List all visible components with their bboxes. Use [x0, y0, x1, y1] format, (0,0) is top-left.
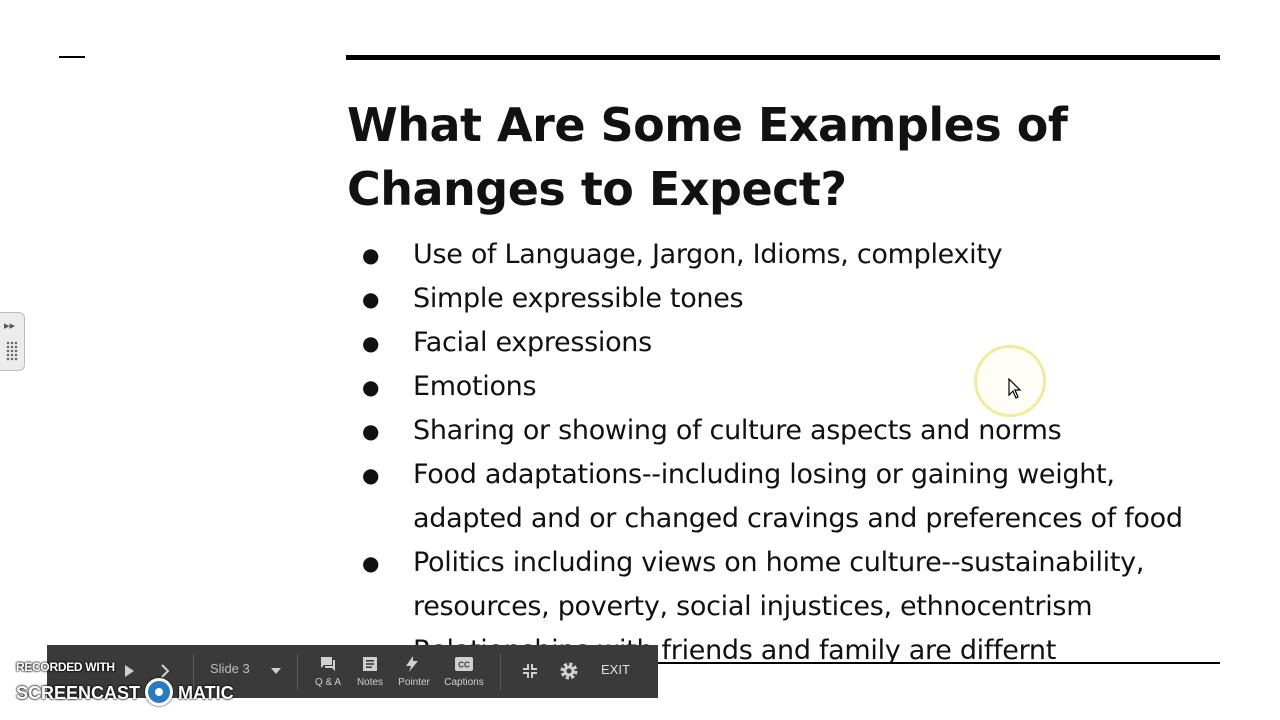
toolbar-divider	[500, 654, 501, 690]
slide-title-line-2: Changes to Expect?	[347, 162, 847, 216]
mouse-pointer-icon	[1008, 378, 1022, 399]
bullet-item: Simple expressible tones	[360, 277, 1220, 321]
watermark-brand: SCREENCAST MATIC	[16, 678, 234, 708]
chevron-down-icon[interactable]	[271, 668, 281, 674]
captions-button-label[interactable]: Captions	[434, 677, 494, 688]
presentation-stage: What Are Some Examples of Changes to Exp…	[0, 0, 1280, 720]
bullet-item: Sharing or showing of culture aspects an…	[360, 409, 1220, 453]
screencast-watermark: RECORDED WITH SCREENCAST MATIC	[16, 660, 234, 706]
grip-dots-icon	[6, 341, 18, 361]
next-slide-icon[interactable]	[160, 664, 170, 678]
slide-title-line-1: What Are Some Examples of	[347, 98, 1068, 152]
exit-button[interactable]: EXIT	[601, 662, 630, 677]
watermark-recorded-with: RECORDED WITH	[16, 660, 115, 674]
screencast-logo-icon	[145, 678, 174, 706]
slide-bullet-list: Use of Language, Jargon, Idioms, complex…	[360, 233, 1220, 663]
side-panel-handle[interactable]: ▸▸	[0, 312, 25, 371]
play-icon[interactable]	[123, 664, 135, 678]
svg-text:CC: CC	[458, 661, 470, 670]
bullet-item: Facial expressions	[360, 321, 1220, 365]
watermark-brand-left: SCREENCAST	[16, 682, 141, 703]
slide-title: What Are Some Examples of Changes to Exp…	[347, 93, 1207, 221]
captions-icon[interactable]: CC	[455, 657, 473, 671]
slide-top-rule	[346, 55, 1220, 60]
watermark-brand-right: MATIC	[178, 682, 234, 703]
slide-selector[interactable]: Slide 3	[210, 661, 250, 676]
bullet-item: Food adaptations--including losing or ga…	[360, 453, 1220, 541]
exit-fullscreen-icon[interactable]	[523, 664, 537, 678]
expand-arrows-icon: ▸▸	[4, 320, 16, 332]
gear-icon[interactable]	[559, 661, 579, 681]
bullet-item: Use of Language, Jargon, Idioms, complex…	[360, 233, 1220, 277]
bullet-item: Politics including views on home culture…	[360, 541, 1220, 629]
bullet-item: Emotions	[360, 365, 1220, 409]
notes-icon[interactable]	[362, 656, 378, 672]
slide-decoration-dash	[59, 56, 85, 58]
qa-icon[interactable]	[320, 656, 336, 672]
laser-pointer-icon[interactable]	[405, 655, 419, 673]
